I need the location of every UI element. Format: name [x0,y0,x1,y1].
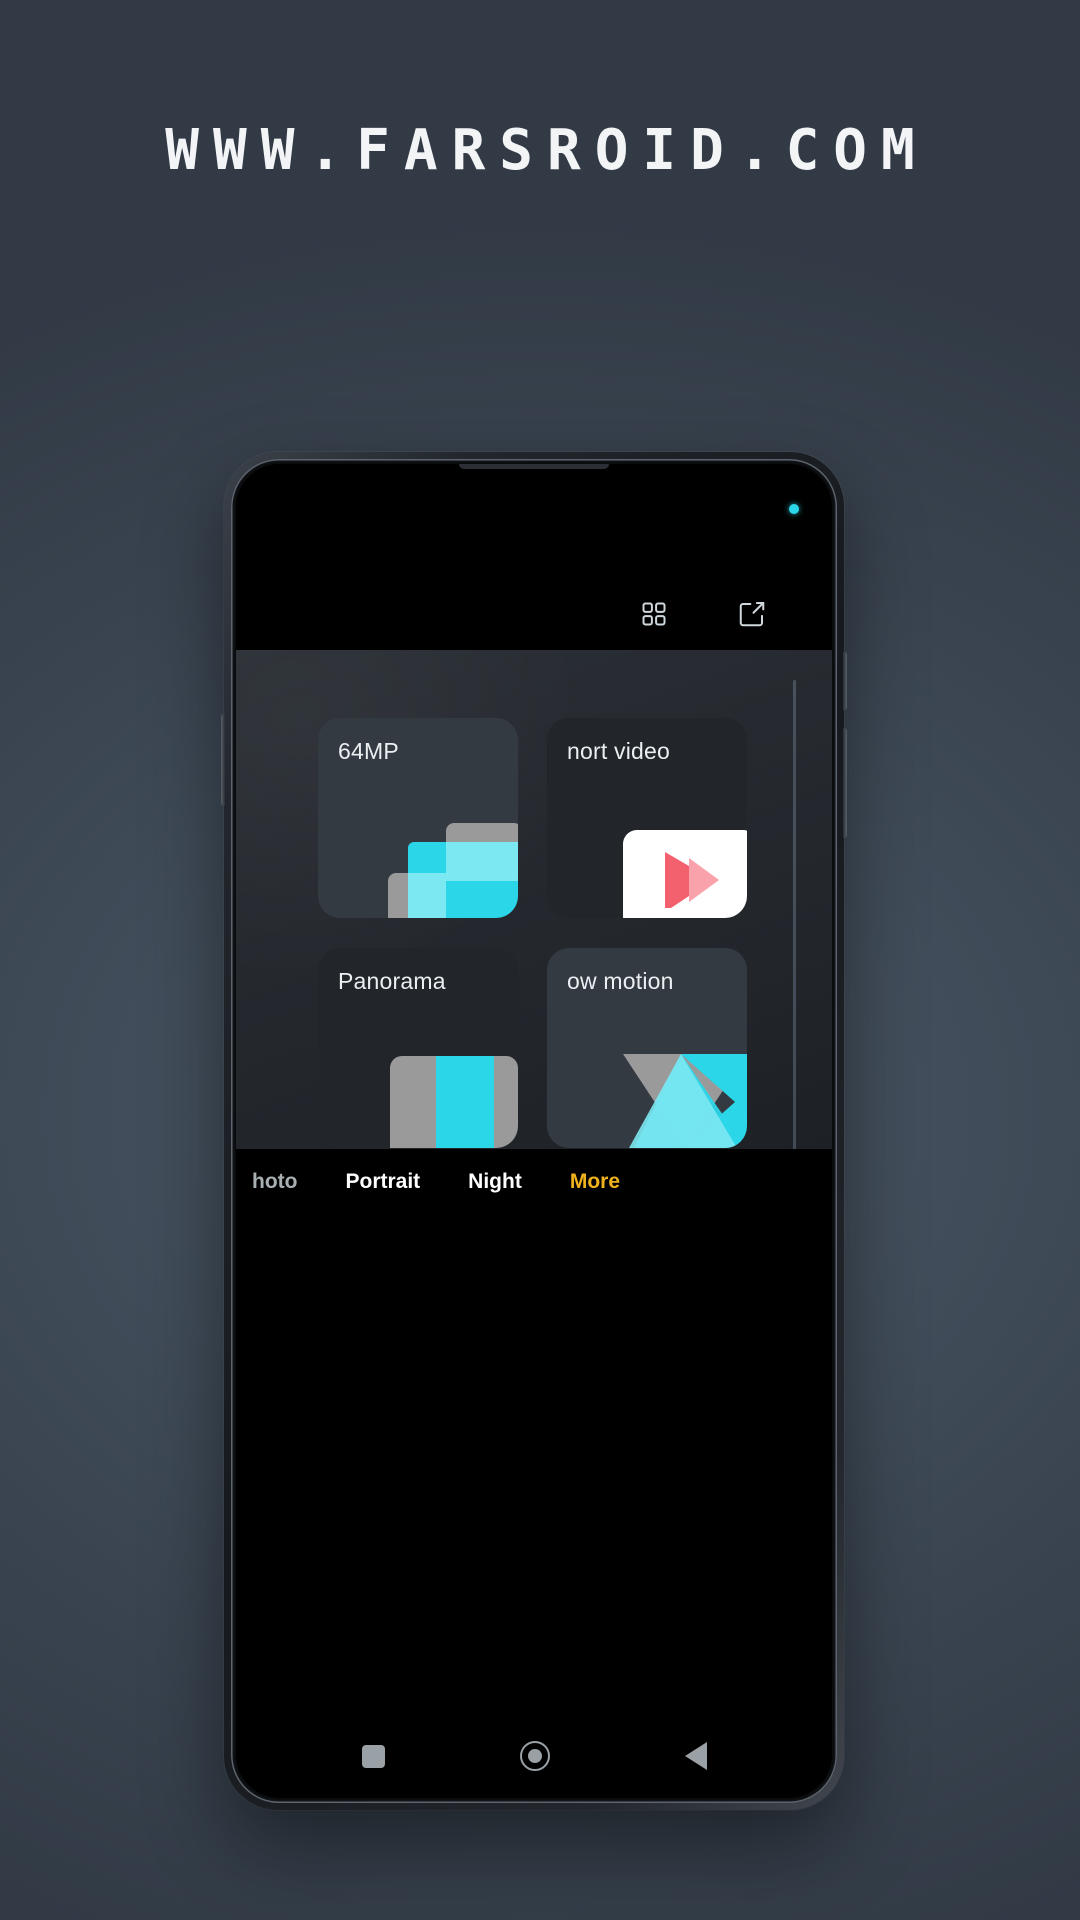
circle-home-icon[interactable] [519,1741,550,1771]
phone-volume-button[interactable] [843,652,847,710]
mode-card-label: nort video [567,738,671,764]
front-camera-punch-hole [789,504,799,514]
mode-card-label: ow motion [567,968,674,994]
phone-screen: 64MP nort video Panorama ow motion hoto … [236,464,832,1798]
camera-app: 64MP nort video Panorama ow motion hoto … [236,464,832,1798]
camera-top-bar [236,464,832,650]
mode-card-slow-motion[interactable]: ow motion [547,948,747,1148]
camera-viewfinder[interactable] [236,1215,832,1714]
mode-more[interactable]: More [570,1170,620,1194]
camera-mode-selector: hoto Portrait Night More [236,1149,832,1215]
phone-device: 64MP nort video Panorama ow motion hoto … [221,452,847,1810]
modes-scrollbar[interactable] [793,680,796,1149]
square-recents-icon[interactable] [361,1744,385,1768]
earpiece-speaker [459,464,609,469]
modes-grid: 64MP nort video Panorama ow motion [318,718,748,1149]
phone-left-button[interactable] [221,714,225,806]
phone-bezel: 64MP nort video Panorama ow motion hoto … [231,459,837,1803]
grid-2x2-icon[interactable] [634,594,674,634]
mode-portrait[interactable]: Portrait [345,1170,420,1194]
mode-card-label: 64MP [338,738,399,764]
mode-card-64mp[interactable]: 64MP [318,718,518,918]
mode-card-panorama[interactable]: Panorama [318,948,518,1148]
watermark-text: WWW.FARSROID.COM [165,117,929,183]
mode-card-label: Panorama [338,968,446,994]
mode-night[interactable]: Night [468,1170,522,1194]
more-modes-sheet: 64MP nort video Panorama ow motion [236,650,832,1149]
android-navigation-bar [236,1714,832,1798]
mode-photo[interactable]: hoto [252,1170,297,1194]
triangle-back-icon[interactable] [684,1742,707,1770]
edit-square-icon[interactable] [732,594,772,634]
mode-card-short-video[interactable]: nort video [547,718,747,918]
phone-power-button[interactable] [843,728,847,838]
